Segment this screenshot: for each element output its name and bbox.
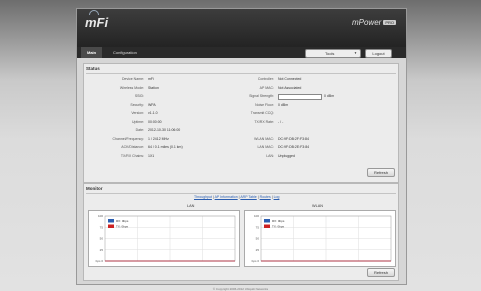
legend-label: TX: 0bps	[116, 225, 129, 229]
status-value: DC:9F:DB:2F:F3:84	[278, 136, 309, 141]
status-title: Status	[86, 66, 100, 71]
status-label: Channel/Frequency:	[112, 136, 144, 141]
status-label: Controller:	[257, 77, 274, 81]
lan-chart-title: LAN	[187, 204, 195, 208]
legend-swatch	[264, 219, 270, 223]
monitor-link-ap-information[interactable]: AP Information	[215, 195, 238, 199]
y-tick-label: 50	[100, 237, 104, 241]
monitor-links: Throughput | AP Information | ARP Table …	[194, 195, 279, 199]
status-value: Station	[148, 85, 159, 90]
status-value: DC:9F:DB:2E:F3:84	[278, 145, 310, 149]
footer-copyright: © Copyright 2006-2012 Ubiquiti Networks	[212, 287, 269, 291]
status-label: Date:	[135, 128, 144, 132]
legend-swatch	[108, 219, 114, 223]
status-value: 1 / 2412 MHz	[148, 136, 169, 141]
status-label: LAN:	[266, 153, 274, 158]
status-label: Wireless Mode:	[119, 85, 144, 90]
monitor-link-log[interactable]: Log	[274, 195, 280, 199]
mfi-logo: mFi	[85, 10, 108, 30]
status-label: SSID:	[134, 94, 144, 98]
pro-badge: PRO	[383, 20, 396, 26]
status-label: TX/RX Chains:	[120, 153, 144, 158]
status-label: Signal Strength:	[249, 94, 274, 98]
status-label: Transmit CCQ:	[250, 111, 274, 115]
status-value: 0 dBm	[324, 94, 335, 98]
status-label: Noise Floor:	[255, 102, 274, 107]
y-tick-label: 100	[98, 214, 103, 218]
monitor-panel: Monitor Throughput | AP Information | AR…	[83, 183, 399, 281]
status-label: AP MAC:	[259, 85, 274, 90]
tab-main[interactable]: Main	[81, 47, 103, 58]
y-tick-label: 75	[256, 225, 260, 229]
wlan-chart-title: WLAN	[312, 204, 323, 208]
status-value: Unplugged	[278, 153, 295, 158]
wlan-chart-svg: 100 75 50 25 bps 0 RX: 0bps TX: 0bps	[252, 214, 392, 263]
y-tick-label: 100	[254, 214, 259, 218]
wlan-chart: 100 75 50 25 bps 0 RX: 0bps TX: 0bps	[244, 210, 396, 267]
tab-configuration[interactable]: Configuration	[107, 47, 143, 58]
y-tick-label: 25	[100, 248, 104, 252]
status-value: 0 dBm	[278, 102, 289, 107]
logout-button[interactable]: Logout	[365, 49, 392, 58]
status-value: 1X1	[148, 153, 155, 158]
status-value: WPA	[148, 102, 156, 107]
tools-dropdown[interactable]: Tools ▼	[305, 49, 361, 58]
chevron-down-icon: ▼	[354, 51, 357, 55]
wifi-icon	[89, 10, 99, 15]
status-value: 2012-10-30 11:06:00	[148, 128, 181, 132]
status-label: LAN MAC:	[257, 145, 274, 149]
lan-chart: 100 75 50 25 bps 0 RX: 0bps TX: 0bps	[88, 210, 240, 267]
status-label: TX/RX Rate:	[254, 119, 274, 124]
legend-swatch	[108, 224, 114, 228]
status-label: Version:	[131, 111, 144, 115]
status-label: ACK/Distance:	[121, 145, 144, 149]
monitor-link-throughput[interactable]: Throughput	[194, 195, 212, 199]
status-value: v1.1.0	[148, 111, 158, 115]
monitor-title: Monitor	[86, 186, 103, 191]
y-tick-label: 75	[100, 225, 104, 229]
status-label: Uptime:	[131, 119, 144, 124]
legend-label: TX: 0bps	[272, 225, 285, 229]
legend-label: RX: 0bps	[116, 219, 129, 223]
status-value: Not Connected	[278, 77, 302, 81]
app-window: mFi mPower PRO Main Configuration Tools ▼…	[76, 8, 407, 285]
legend-label: RX: 0bps	[272, 219, 285, 223]
status-value: 64 / 0.1 miles (0.1 km)	[148, 145, 183, 149]
status-value: mFi	[148, 77, 154, 81]
divider	[86, 73, 396, 74]
nav-bar: Main Configuration Tools ▼ Logout	[77, 47, 406, 58]
divider	[86, 193, 396, 194]
monitor-link-routes[interactable]: Routes	[260, 195, 271, 199]
status-value: Not Associated	[278, 85, 302, 90]
status-value: 00:00:00	[148, 119, 162, 124]
y-tick-label: 25	[256, 248, 260, 252]
status-label: Device Name:	[122, 77, 144, 81]
y-tick-label: bps 0	[96, 259, 104, 263]
status-label: Security:	[130, 102, 144, 107]
y-tick-label: 50	[256, 237, 260, 241]
monitor-link-arp-table[interactable]: ARP Table	[240, 195, 256, 199]
lan-chart-svg: 100 75 50 25 bps 0 RX: 0bps TX: 0bps	[96, 214, 236, 263]
status-panel: Status Device Name: mFi Wireless Mode: Stat…	[83, 63, 399, 183]
status-label: WLAN MAC:	[254, 136, 274, 141]
status-value: - / -	[278, 119, 284, 124]
legend-swatch	[264, 224, 270, 228]
monitor-refresh-button[interactable]: Refresh	[367, 268, 395, 277]
y-tick-label: bps 0	[252, 259, 260, 263]
signal-strength-bar	[278, 93, 322, 100]
status-refresh-button[interactable]: Refresh	[367, 168, 395, 177]
mpower-brand: mPower PRO	[351, 18, 396, 27]
